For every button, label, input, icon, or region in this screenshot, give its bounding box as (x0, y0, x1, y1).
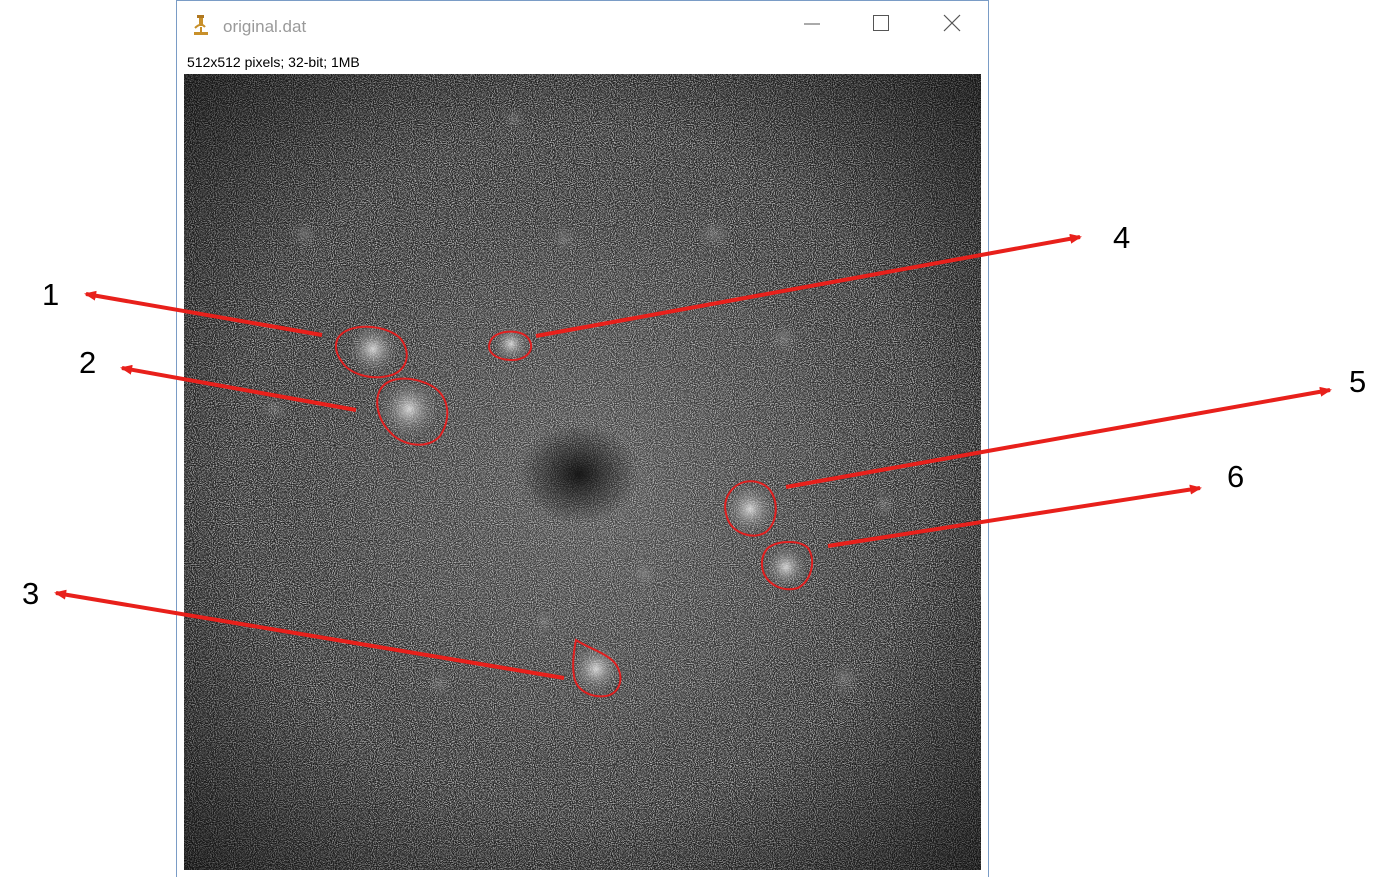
image-info-status: 512x512 pixels; 32-bit; 1MB (187, 54, 360, 70)
microscope-icon (191, 14, 211, 36)
window-title: original.dat (223, 17, 307, 36)
title-bar[interactable]: original.dat (177, 1, 988, 47)
close-button[interactable] (929, 9, 975, 41)
minimize-button[interactable] (789, 9, 835, 41)
callout-label-3: 3 (22, 576, 40, 611)
callout-label-4: 4 (1113, 220, 1131, 255)
maximize-button[interactable] (858, 9, 904, 41)
callout-label-2: 2 (79, 345, 97, 380)
close-icon (943, 14, 961, 37)
callout-label-1: 1 (42, 277, 60, 312)
minimize-icon (803, 14, 821, 37)
maximize-icon (872, 14, 890, 37)
callout-label-5: 5 (1349, 364, 1367, 399)
image-canvas[interactable] (184, 74, 981, 870)
callout-label-6: 6 (1227, 459, 1245, 494)
